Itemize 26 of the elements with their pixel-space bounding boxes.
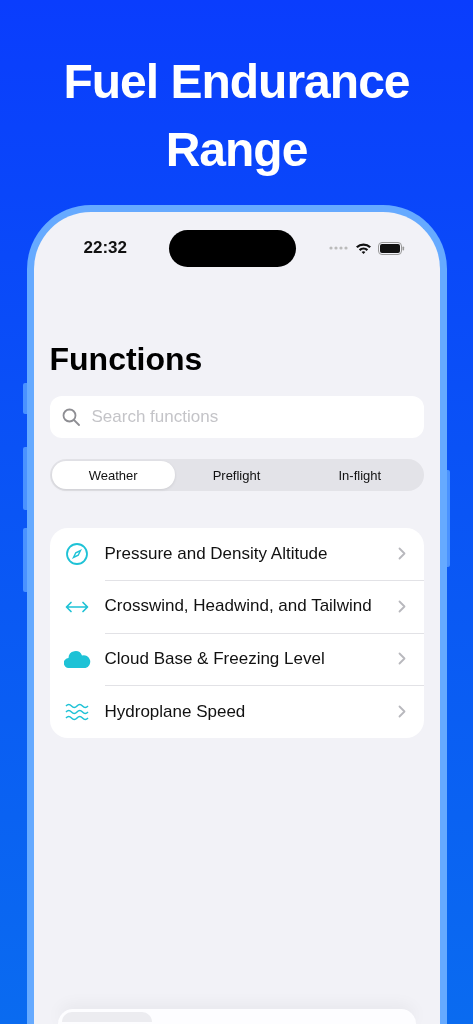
item-label: Crosswind, Headwind, and Tailwind (104, 596, 372, 617)
segment-tab[interactable]: Weather (51, 461, 175, 489)
chevron-icon (397, 547, 406, 561)
segment-tab[interactable]: Preflight (174, 461, 299, 489)
compass-icon (64, 542, 89, 567)
double-arrow-icon (64, 599, 89, 614)
list-item[interactable]: Pressure and Density Altitude (63, 528, 424, 581)
wifi-icon (355, 241, 373, 255)
item-label: Hydroplane Speed (104, 701, 246, 722)
list-item[interactable]: Cloud Base & Freezing Level (63, 633, 424, 686)
search-field[interactable]: Search functions (49, 396, 424, 438)
page-title: Functions (49, 341, 204, 377)
list-item[interactable]: Hydroplane Speed (63, 685, 424, 738)
cloud-icon (63, 650, 91, 669)
headline: Fuel Endurance Range (62, 54, 411, 178)
segment-tab[interactable]: In-flight (298, 461, 422, 489)
waves-icon (64, 702, 89, 721)
signal-icon (329, 246, 350, 250)
item-label: Cloud Base & Freezing Level (104, 648, 325, 669)
chevron-icon (397, 652, 406, 666)
item-label: Pressure and Density Altitude (104, 543, 328, 564)
list-item[interactable]: Crosswind, Headwind, and Tailwind (63, 580, 424, 633)
status-time: 22:32 (83, 238, 127, 258)
battery-icon (378, 241, 406, 255)
chevron-icon (397, 705, 406, 719)
chevron-icon (397, 599, 406, 613)
